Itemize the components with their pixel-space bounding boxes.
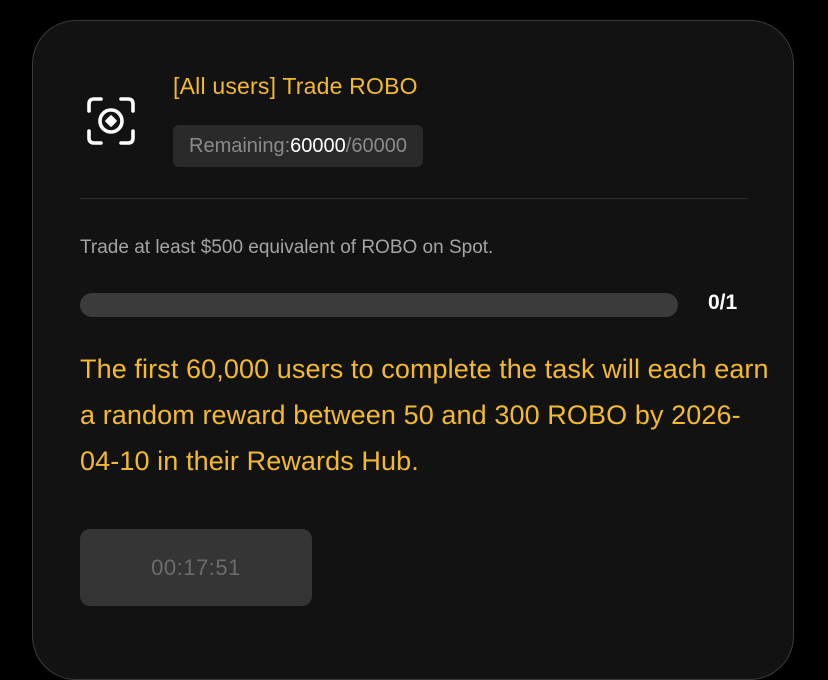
- divider: [80, 198, 748, 199]
- task-card: [All users] Trade ROBO Remaining: 60000/…: [32, 20, 794, 680]
- scan-token-icon: [85, 95, 137, 147]
- remaining-label: Remaining:: [189, 134, 291, 157]
- reward-description: The first 60,000 users to complete the t…: [80, 354, 769, 476]
- remaining-total: /60000: [345, 134, 407, 157]
- countdown-button[interactable]: 00:17:51: [80, 529, 312, 606]
- task-title: [All users] Trade ROBO: [173, 73, 418, 99]
- remaining-badge: Remaining: 60000/60000: [173, 125, 423, 167]
- progress-bar: [80, 293, 678, 317]
- task-description: Trade at least $500 equivalent of ROBO o…: [80, 237, 494, 258]
- progress-count: 0/1: [708, 291, 738, 314]
- remaining-current: 60000: [290, 134, 346, 157]
